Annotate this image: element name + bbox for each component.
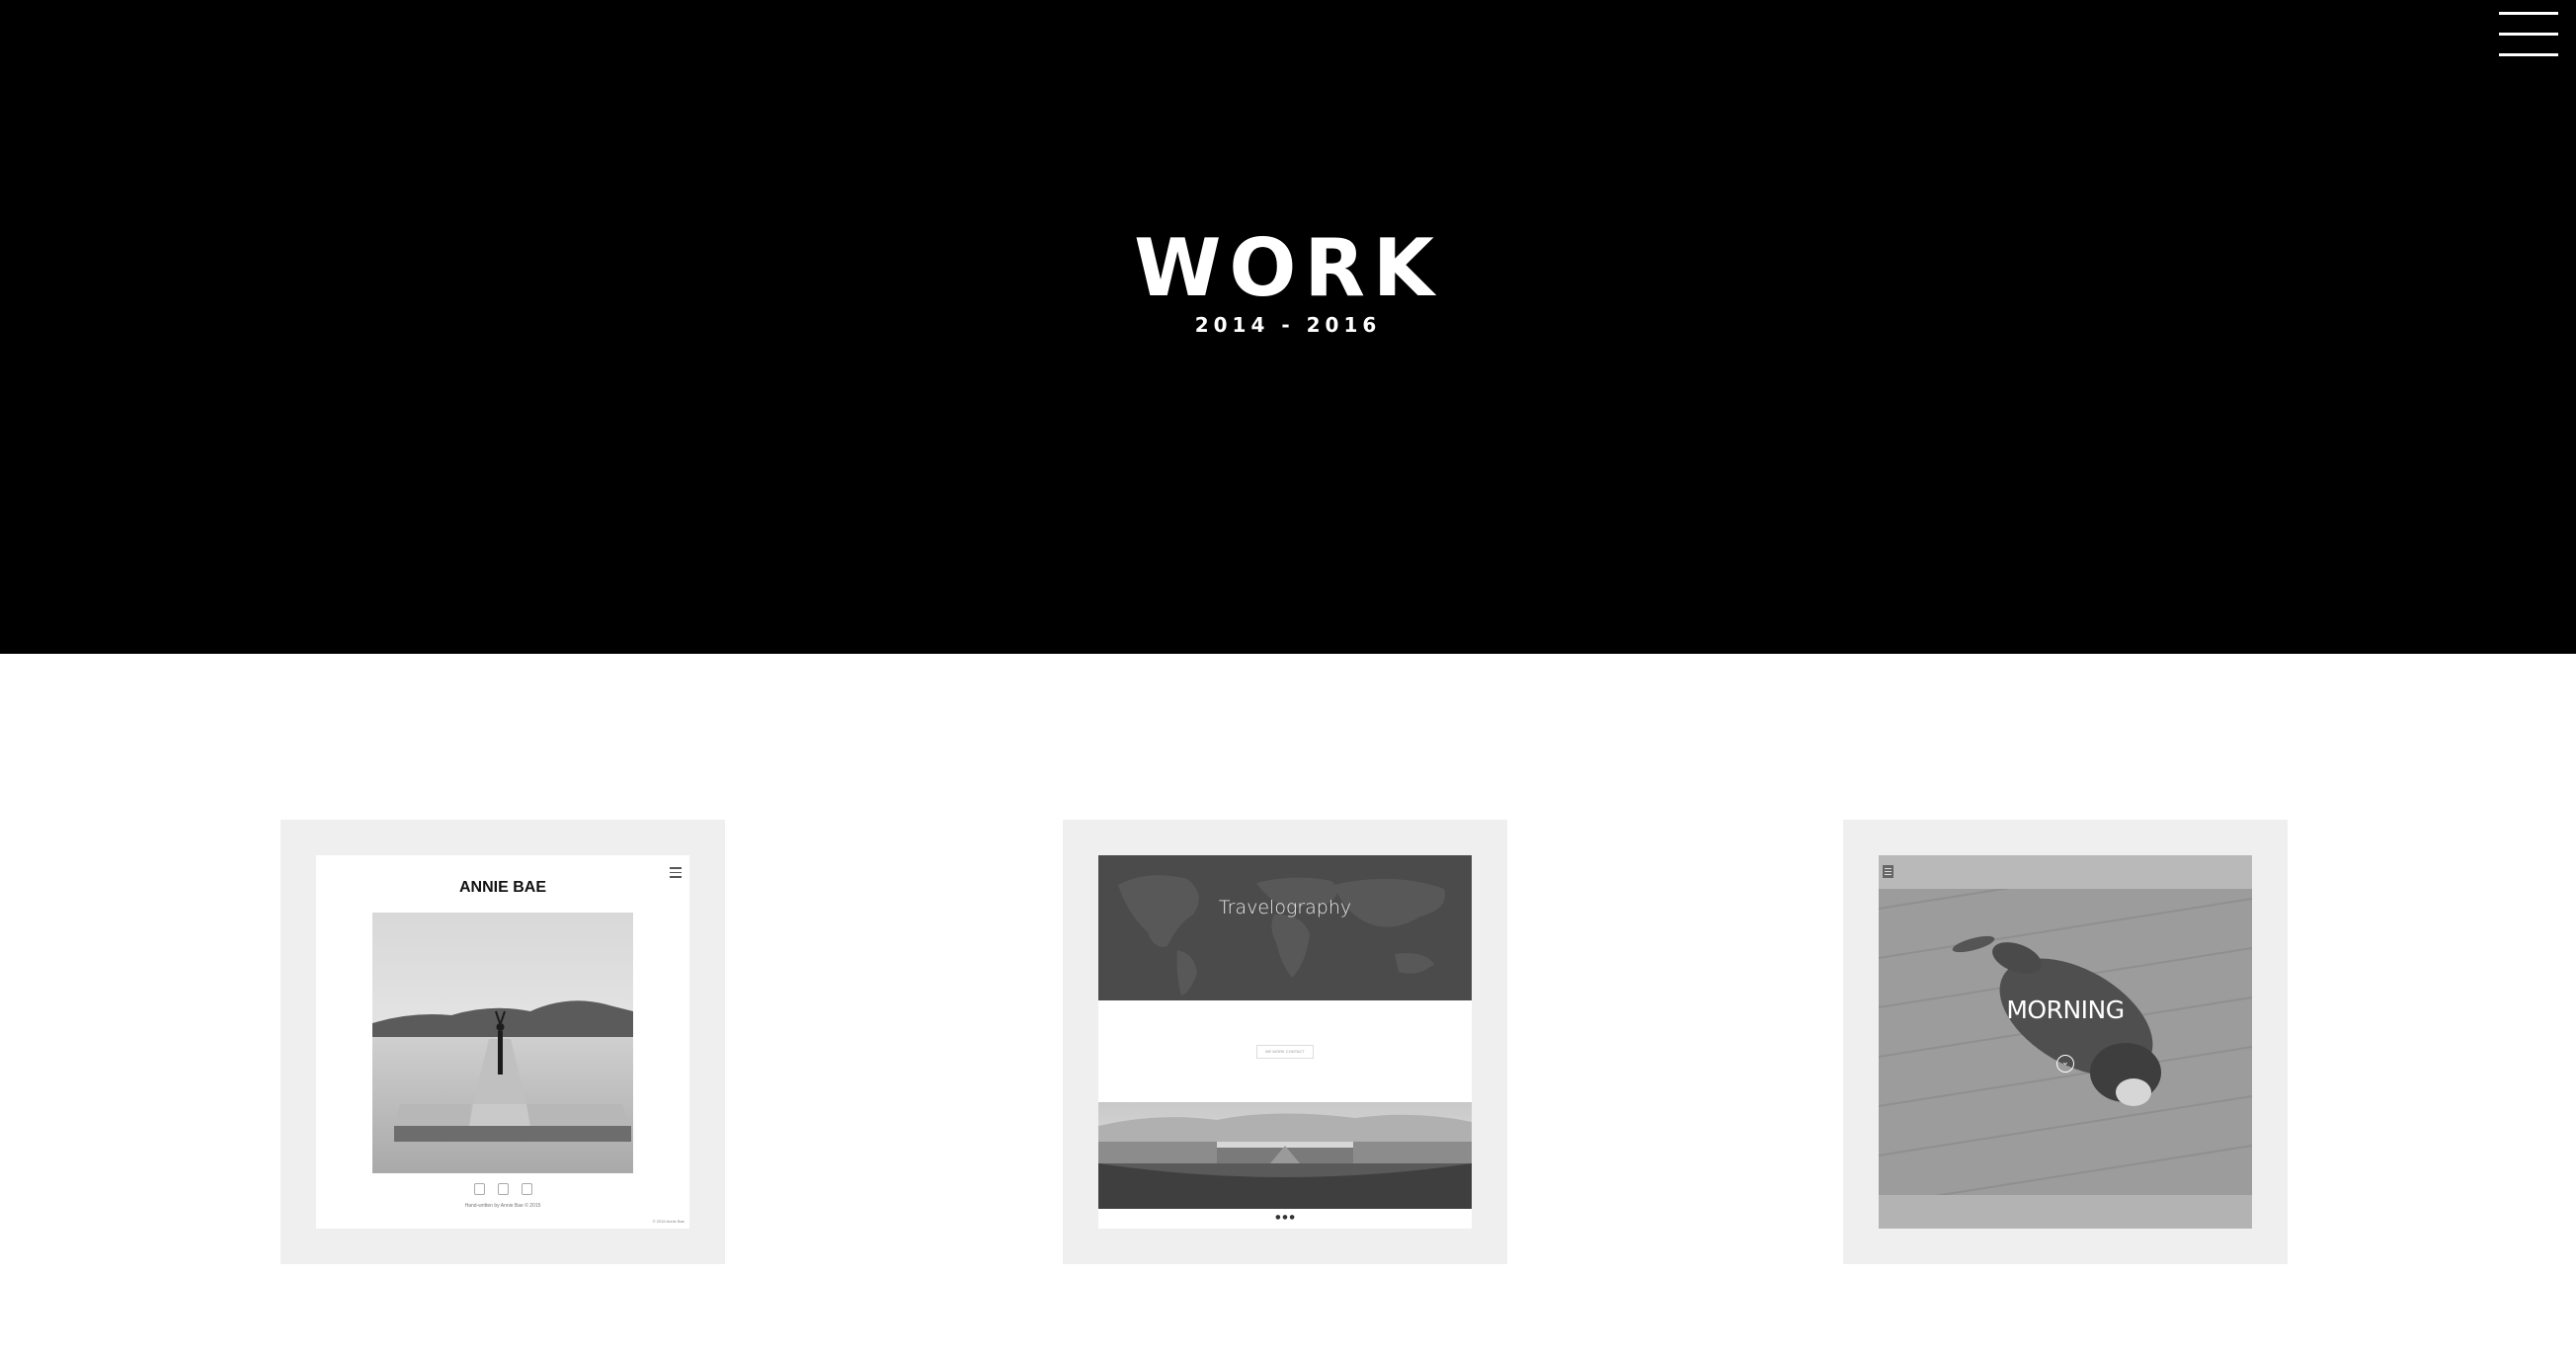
social-links bbox=[474, 1183, 533, 1197]
menu-bar bbox=[2499, 33, 2558, 36]
project-card-travelography[interactable]: Travelography ME WORK CONTACT ● ● ● bbox=[1063, 820, 1507, 1264]
world-map-header: Travelography bbox=[1098, 855, 1472, 1000]
page-subtitle: 2014 - 2016 bbox=[1194, 313, 1382, 337]
lake-dock-photo bbox=[372, 913, 633, 1173]
world-map-image bbox=[1098, 855, 1472, 1000]
hamburger-menu-icon bbox=[1883, 865, 1893, 878]
cat-on-floor-photo bbox=[1879, 889, 2252, 1195]
project-caption: Hand-written by Annie Bae © 2015 bbox=[464, 1203, 541, 1209]
carousel-dots[interactable]: ● ● ● bbox=[1098, 1214, 1472, 1221]
project-preview: ANNIE BAE Hand-written by Annie Bae © 20… bbox=[316, 855, 689, 1229]
instagram-icon[interactable] bbox=[474, 1183, 485, 1195]
project-preview: Travelography ME WORK CONTACT ● ● ● bbox=[1098, 855, 1472, 1229]
louvre-panorama-photo bbox=[1098, 1102, 1472, 1209]
copyright-text: © 2015 Annie Bae bbox=[652, 1219, 684, 1224]
chevron-down-circle-icon: ⌄ bbox=[2056, 1055, 2074, 1073]
project-card-annie-bae[interactable]: ANNIE BAE Hand-written by Annie Bae © 20… bbox=[281, 820, 725, 1264]
email-icon[interactable] bbox=[522, 1183, 532, 1195]
project-preview: MORNING ⌄ bbox=[1879, 855, 2252, 1229]
page-title: WORK bbox=[1134, 222, 1442, 314]
project-title: ANNIE BAE bbox=[458, 879, 546, 896]
twitter-icon[interactable] bbox=[498, 1183, 509, 1195]
menu-bar bbox=[2499, 53, 2558, 56]
preview-top-bar bbox=[1879, 855, 2252, 889]
hamburger-menu-icon[interactable] bbox=[2499, 12, 2558, 57]
project-title: MORNING bbox=[2006, 996, 2125, 1024]
project-card-morning[interactable]: MORNING ⌄ bbox=[1843, 820, 2288, 1264]
preview-nav-links: ME WORK CONTACT bbox=[1256, 1045, 1314, 1059]
hamburger-menu-icon bbox=[670, 867, 682, 878]
hero-banner: WORK 2014 - 2016 bbox=[0, 0, 2576, 654]
menu-bar bbox=[2499, 12, 2558, 15]
project-title: Travelography bbox=[1218, 897, 1352, 918]
